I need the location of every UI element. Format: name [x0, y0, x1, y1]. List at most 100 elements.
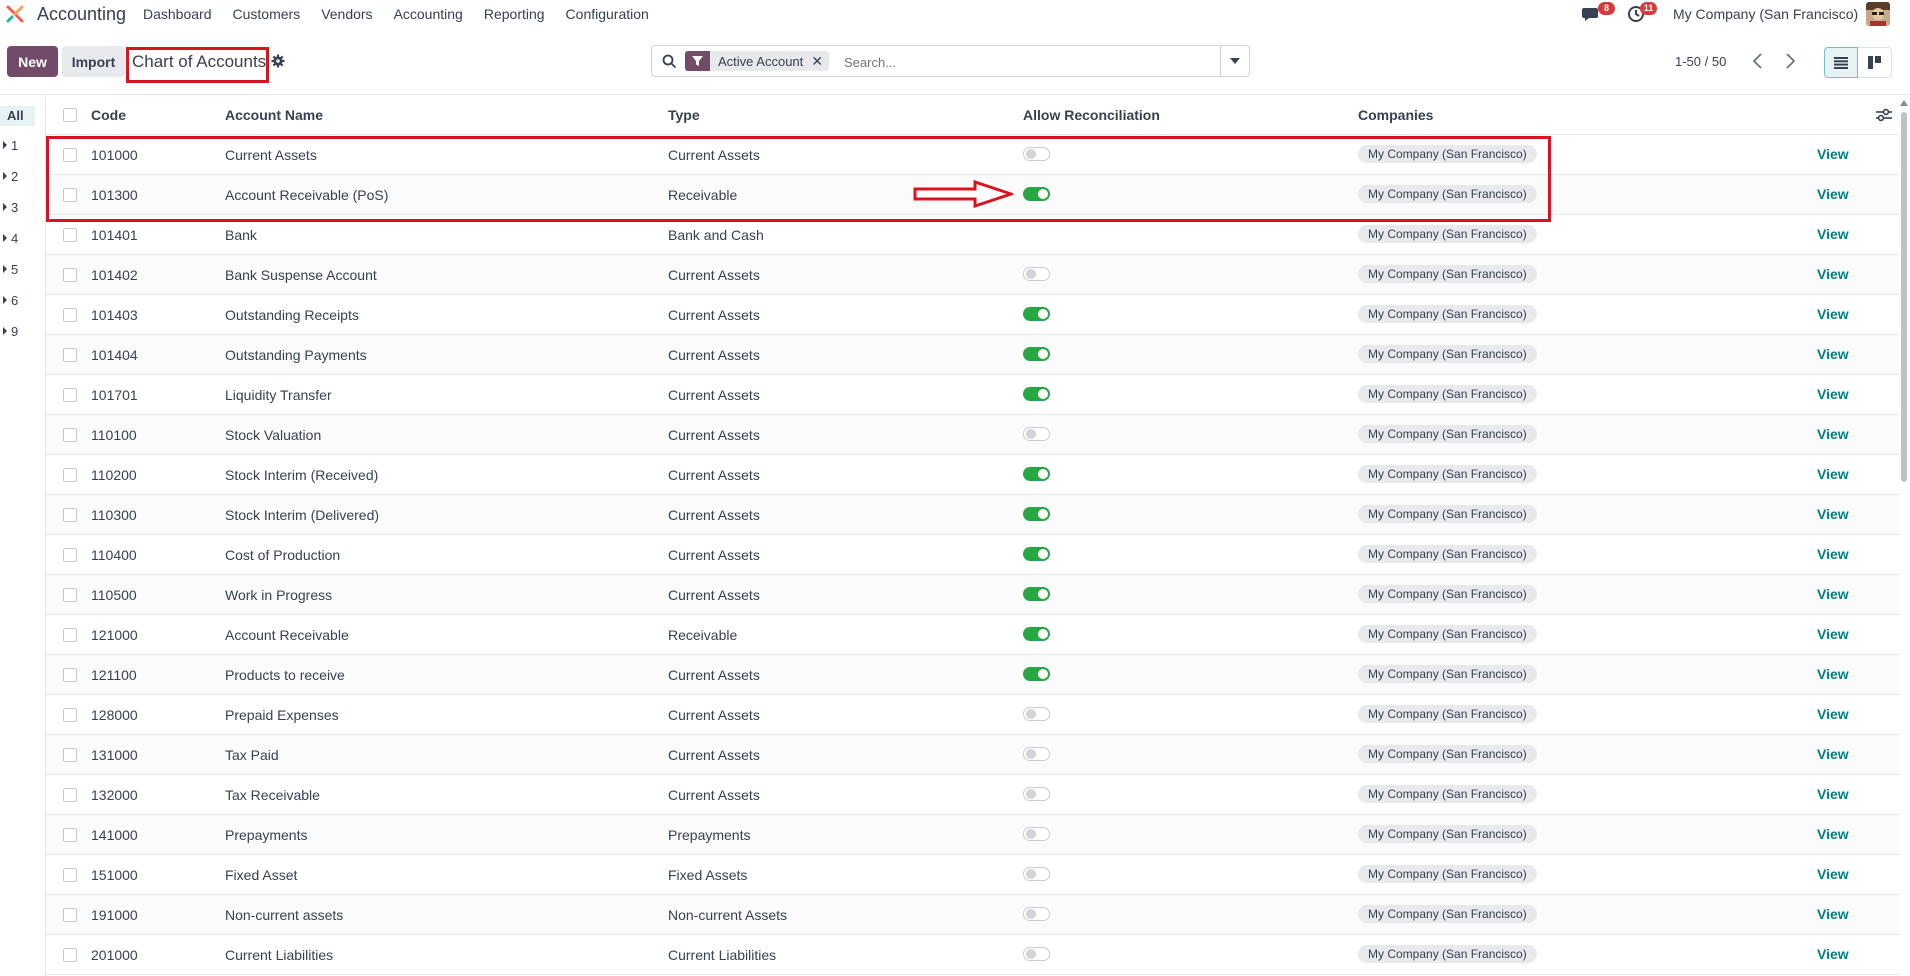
row-checkbox[interactable]: [63, 188, 77, 202]
chevron-left-icon[interactable]: [1750, 51, 1766, 71]
view-link[interactable]: View: [1817, 666, 1849, 682]
column-header-account-name[interactable]: Account Name: [225, 107, 323, 123]
table-row[interactable]: 191000 Non-current assets Non-current Asse…: [46, 895, 1900, 935]
row-checkbox[interactable]: [63, 148, 77, 162]
accounting-app-icon[interactable]: [6, 5, 24, 23]
view-link[interactable]: View: [1817, 706, 1849, 722]
view-link[interactable]: View: [1817, 626, 1849, 642]
reconciliation-toggle[interactable]: [1023, 867, 1050, 881]
chevron-right-icon[interactable]: [1782, 51, 1798, 71]
filter-group-6[interactable]: 6: [3, 293, 18, 308]
table-row[interactable]: 101300 Account Receivable (PoS) Receivable…: [46, 175, 1900, 215]
view-link[interactable]: View: [1817, 906, 1849, 922]
row-checkbox[interactable]: [63, 268, 77, 282]
table-row[interactable]: 131000 Tax Paid Current Assets My Company (…: [46, 735, 1900, 775]
view-link[interactable]: View: [1817, 426, 1849, 442]
reconciliation-toggle[interactable]: [1023, 707, 1050, 721]
table-row[interactable]: 110100 Stock Valuation Current Assets My Co…: [46, 415, 1900, 455]
reconciliation-toggle[interactable]: [1023, 587, 1050, 601]
table-row[interactable]: 151000 Fixed Asset Fixed Assets My Company …: [46, 855, 1900, 895]
row-checkbox[interactable]: [63, 628, 77, 642]
table-row[interactable]: 101402 Bank Suspense Account Current Asset…: [46, 255, 1900, 295]
view-link[interactable]: View: [1817, 266, 1849, 282]
filter-group-2[interactable]: 2: [3, 169, 18, 184]
view-link[interactable]: View: [1817, 826, 1849, 842]
reconciliation-toggle[interactable]: [1023, 387, 1050, 401]
app-title[interactable]: Accounting: [37, 4, 126, 25]
filter-group-9[interactable]: 9: [3, 324, 18, 339]
view-link[interactable]: View: [1817, 306, 1849, 322]
filter-all[interactable]: All: [0, 106, 35, 126]
row-checkbox[interactable]: [63, 428, 77, 442]
menu-item-dashboard[interactable]: Dashboard: [143, 6, 212, 22]
row-checkbox[interactable]: [63, 228, 77, 242]
reconciliation-toggle[interactable]: [1023, 467, 1050, 481]
filter-group-5[interactable]: 5: [3, 262, 18, 277]
view-link[interactable]: View: [1817, 866, 1849, 882]
row-checkbox[interactable]: [63, 548, 77, 562]
table-row[interactable]: 128000 Prepaid Expenses Current Assets My C…: [46, 695, 1900, 735]
row-checkbox[interactable]: [63, 588, 77, 602]
reconciliation-toggle[interactable]: [1023, 507, 1050, 521]
gear-icon[interactable]: [271, 54, 285, 68]
menu-item-vendors[interactable]: Vendors: [321, 6, 372, 22]
kanban-view-button[interactable]: [1858, 47, 1892, 78]
view-link[interactable]: View: [1817, 946, 1849, 962]
new-button[interactable]: New: [7, 46, 58, 77]
column-header-type[interactable]: Type: [668, 107, 700, 123]
view-link[interactable]: View: [1817, 786, 1849, 802]
view-link[interactable]: View: [1817, 346, 1849, 362]
menu-item-configuration[interactable]: Configuration: [566, 6, 649, 22]
view-link[interactable]: View: [1817, 746, 1849, 762]
reconciliation-toggle[interactable]: [1023, 147, 1050, 161]
menu-item-reporting[interactable]: Reporting: [484, 6, 545, 22]
vertical-scrollbar[interactable]: [1899, 100, 1909, 976]
view-link[interactable]: View: [1817, 466, 1849, 482]
view-link[interactable]: View: [1817, 186, 1849, 202]
view-link[interactable]: View: [1817, 386, 1849, 402]
reconciliation-toggle[interactable]: [1023, 547, 1050, 561]
search-options-toggle[interactable]: [1220, 46, 1249, 76]
table-row[interactable]: 110500 Work in Progress Current Assets My C…: [46, 575, 1900, 615]
table-row[interactable]: 101403 Outstanding Receipts Current Assets…: [46, 295, 1900, 335]
optional-columns-icon[interactable]: [1876, 108, 1892, 122]
table-row[interactable]: 110400 Cost of Production Current Assets My…: [46, 535, 1900, 575]
view-link[interactable]: View: [1817, 506, 1849, 522]
table-row[interactable]: 121000 Account Receivable Receivable My Com…: [46, 615, 1900, 655]
search-icon[interactable]: [662, 54, 677, 69]
row-checkbox[interactable]: [63, 468, 77, 482]
column-header-allow-reconciliation[interactable]: Allow Reconciliation: [1023, 107, 1160, 123]
filter-group-3[interactable]: 3: [3, 200, 18, 215]
reconciliation-toggle[interactable]: [1023, 187, 1050, 201]
select-all-checkbox[interactable]: [63, 108, 77, 122]
reconciliation-toggle[interactable]: [1023, 627, 1050, 641]
column-header-companies[interactable]: Companies: [1358, 107, 1433, 123]
row-checkbox[interactable]: [63, 828, 77, 842]
row-checkbox[interactable]: [63, 788, 77, 802]
list-view-button[interactable]: [1824, 47, 1858, 78]
reconciliation-toggle[interactable]: [1023, 667, 1050, 681]
table-row[interactable]: 201000 Current Liabilities Current Liabili…: [46, 935, 1900, 975]
reconciliation-toggle[interactable]: [1023, 427, 1050, 441]
reconciliation-toggle[interactable]: [1023, 787, 1050, 801]
company-switcher[interactable]: My Company (San Francisco): [1673, 6, 1858, 22]
filter-group-1[interactable]: 1: [3, 138, 18, 153]
scrollbar-thumb[interactable]: [1901, 112, 1907, 482]
table-row[interactable]: 110200 Stock Interim (Received) Current As…: [46, 455, 1900, 495]
row-checkbox[interactable]: [63, 868, 77, 882]
menu-item-accounting[interactable]: Accounting: [394, 6, 463, 22]
row-checkbox[interactable]: [63, 948, 77, 962]
reconciliation-toggle[interactable]: [1023, 747, 1050, 761]
view-link[interactable]: View: [1817, 546, 1849, 562]
scroll-up-icon[interactable]: [1900, 100, 1908, 106]
filter-group-4[interactable]: 4: [3, 231, 18, 246]
row-checkbox[interactable]: [63, 508, 77, 522]
table-row[interactable]: 101404 Outstanding Payments Current Assets…: [46, 335, 1900, 375]
facet-remove-icon[interactable]: ✕: [811, 53, 829, 70]
reconciliation-toggle[interactable]: [1023, 827, 1050, 841]
table-row[interactable]: 101701 Liquidity Transfer Current Assets My…: [46, 375, 1900, 415]
reconciliation-toggle[interactable]: [1023, 347, 1050, 361]
search-input[interactable]: [842, 52, 1246, 72]
table-row[interactable]: 101000 Current Assets Current Assets My Com…: [46, 135, 1900, 175]
import-button[interactable]: Import: [62, 46, 125, 77]
